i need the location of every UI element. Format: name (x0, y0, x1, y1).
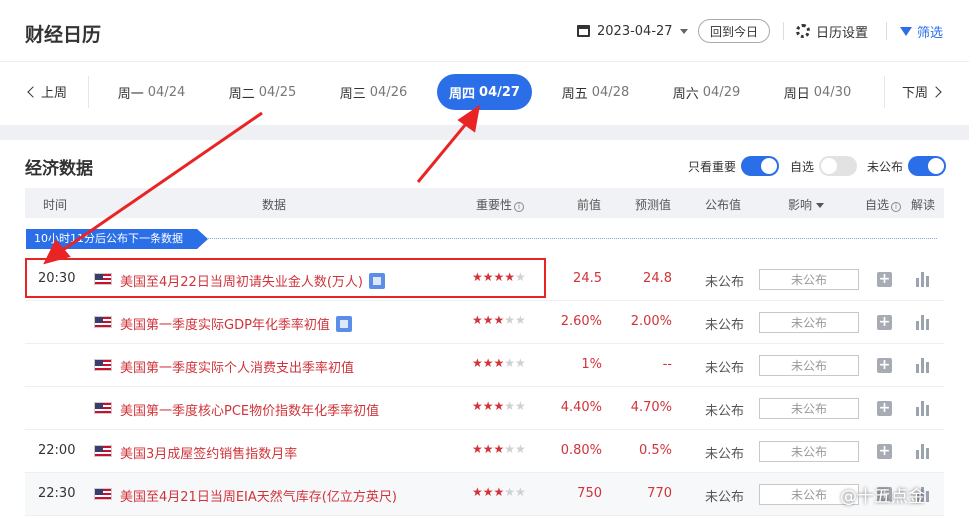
arrow-to-day-line (416, 118, 472, 183)
arrow-to-row-head (43, 239, 71, 265)
watermark: @十五点金 (840, 487, 925, 507)
arrow-to-row-line (59, 111, 263, 254)
annotation-arrows (43, 104, 481, 265)
